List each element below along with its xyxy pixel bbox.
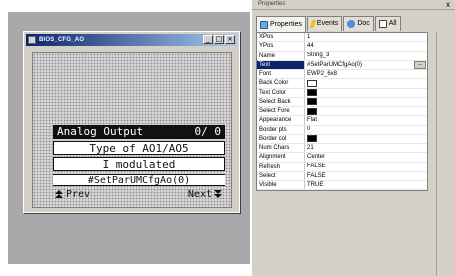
property-value[interactable] bbox=[305, 79, 427, 87]
color-swatch[interactable] bbox=[307, 107, 317, 115]
tab-events[interactable]: Events bbox=[306, 16, 343, 31]
color-swatch[interactable] bbox=[307, 79, 317, 87]
property-value[interactable]: 1 bbox=[305, 33, 427, 41]
next-label: Next bbox=[187, 188, 212, 200]
prev-label: Prev bbox=[66, 188, 91, 200]
events-icon bbox=[309, 20, 317, 28]
property-value[interactable]: FALSE bbox=[305, 163, 427, 171]
property-grid: XPos 1 YPos 44 Name String_3 Text #SetParUMC… bbox=[256, 32, 428, 192]
ellipsis-button[interactable]: ... bbox=[414, 60, 426, 69]
property-name: Text Color bbox=[257, 88, 305, 97]
property-row-visible[interactable]: Visible TRUE bbox=[257, 181, 427, 191]
panel-scrollbar[interactable] bbox=[436, 32, 444, 276]
all-icon bbox=[378, 20, 387, 28]
property-value[interactable]: Flat bbox=[305, 116, 427, 124]
property-row-alignment[interactable]: Alignment Center bbox=[257, 153, 427, 163]
next-button[interactable]: Next bbox=[188, 188, 225, 201]
property-name: Visible bbox=[257, 181, 305, 190]
property-row-appearance[interactable]: Appearance Flat bbox=[257, 116, 427, 126]
properties-icon bbox=[260, 20, 268, 29]
property-value[interactable]: 0 bbox=[305, 126, 427, 134]
property-row-select[interactable]: Select FALSE bbox=[257, 171, 427, 181]
property-row-name[interactable]: Name String_3 bbox=[257, 51, 427, 61]
property-name: Border pts bbox=[257, 125, 305, 134]
property-row-ypos[interactable]: YPos 44 bbox=[257, 42, 427, 52]
property-value[interactable]: 44 bbox=[305, 42, 427, 50]
property-name: Name bbox=[257, 51, 305, 60]
property-name: Font bbox=[257, 70, 305, 79]
tab-label: Doc bbox=[357, 20, 370, 27]
property-row-refresh[interactable]: Refresh FALSE bbox=[257, 162, 427, 172]
property-row-xpos[interactable]: XPos 1 bbox=[257, 33, 427, 43]
property-row-back-color[interactable]: Back Color bbox=[257, 79, 427, 89]
lcd-screen: Analog Output 0/ 0 Type of AO1/AO5 I mod… bbox=[32, 52, 232, 208]
property-row-border-pts[interactable]: Border pts 0 bbox=[257, 125, 427, 135]
property-name: XPos bbox=[257, 33, 305, 42]
properties-panel: Properties x Properties Events Doc All X… bbox=[252, 0, 455, 276]
property-name: Text bbox=[257, 60, 305, 69]
tab-label: All bbox=[388, 20, 397, 27]
property-row-text-color[interactable]: Text Color bbox=[257, 88, 427, 98]
property-name: Select Fore bbox=[257, 107, 305, 116]
property-row-text[interactable]: Text #SetParUMCfgAo(0)... bbox=[257, 60, 427, 70]
lcd-header-index: 0/ 0 bbox=[194, 125, 222, 138]
lcd-header-row: Analog Output 0/ 0 bbox=[53, 125, 225, 139]
property-row-select-fore[interactable]: Select Fore bbox=[257, 107, 427, 117]
property-name: Num Chars bbox=[257, 144, 305, 153]
app-icon bbox=[28, 36, 36, 44]
property-row-num-chars[interactable]: Num Chars 21 bbox=[257, 144, 427, 154]
panel-close-button[interactable]: x bbox=[446, 0, 450, 10]
property-value[interactable] bbox=[305, 98, 427, 106]
property-row-select-back[interactable]: Select Back bbox=[257, 97, 427, 107]
property-name: Alignment bbox=[257, 153, 305, 162]
double-up-arrow-icon bbox=[55, 190, 64, 199]
tab-properties[interactable]: Properties bbox=[256, 16, 306, 32]
bios-window[interactable]: BIOS_CFG_AO _ □ × Analog Output 0/ 0 Typ… bbox=[23, 31, 240, 213]
window-controls: _ □ × bbox=[203, 35, 235, 44]
panel-title: Properties bbox=[258, 1, 286, 7]
property-value[interactable]: FALSE bbox=[305, 172, 427, 180]
property-value[interactable]: Center bbox=[305, 153, 427, 161]
property-value[interactable]: EWP2_6x8 bbox=[305, 70, 427, 78]
panel-header: Properties x bbox=[252, 0, 455, 10]
maximize-button[interactable]: □ bbox=[214, 35, 224, 44]
property-name: Back Color bbox=[257, 79, 305, 88]
panel-tabs: Properties Events Doc All bbox=[256, 16, 401, 32]
tab-doc[interactable]: Doc bbox=[343, 16, 374, 31]
property-value[interactable]: TRUE bbox=[305, 181, 427, 189]
property-name: Refresh bbox=[257, 162, 305, 171]
design-canvas: BIOS_CFG_AO _ □ × Analog Output 0/ 0 Typ… bbox=[0, 0, 252, 276]
property-name: Select bbox=[257, 171, 305, 180]
lcd-function-line[interactable]: #SetParUMCfgAo(0) bbox=[53, 174, 225, 186]
prev-button[interactable]: Prev bbox=[53, 188, 90, 201]
window-title-bar[interactable]: BIOS_CFG_AO _ □ × bbox=[26, 34, 237, 46]
lcd-type-line[interactable]: Type of AO1/AO5 bbox=[53, 141, 225, 155]
property-value[interactable] bbox=[305, 107, 427, 115]
lcd-header-title: Analog Output bbox=[57, 125, 144, 138]
tab-all[interactable]: All bbox=[374, 16, 401, 31]
property-value[interactable] bbox=[305, 89, 427, 97]
color-swatch[interactable] bbox=[307, 89, 317, 97]
lcd-nav-row: Prev Next bbox=[53, 188, 225, 201]
property-name: Border col bbox=[257, 134, 305, 143]
property-name: YPos bbox=[257, 42, 305, 51]
property-value[interactable]: String_3 bbox=[305, 52, 427, 60]
minimize-button[interactable]: _ bbox=[203, 35, 213, 44]
color-swatch[interactable] bbox=[307, 98, 317, 106]
property-value[interactable]: #SetParUMCfgAo(0) bbox=[305, 61, 427, 69]
color-swatch[interactable] bbox=[307, 135, 317, 143]
double-down-arrow-icon bbox=[214, 190, 223, 199]
property-value[interactable] bbox=[305, 135, 427, 143]
property-name: Select Back bbox=[257, 97, 305, 106]
window-title: BIOS_CFG_AO bbox=[39, 37, 85, 43]
doc-icon bbox=[347, 20, 356, 28]
tab-label: Properties bbox=[270, 20, 302, 28]
property-row-border-col[interactable]: Border col bbox=[257, 134, 427, 144]
lcd-mod-line[interactable]: I modulated bbox=[53, 157, 225, 171]
property-name: Appearance bbox=[257, 116, 305, 125]
property-value[interactable]: 21 bbox=[305, 144, 427, 152]
tab-label: Events bbox=[316, 20, 339, 27]
property-row-font[interactable]: Font EWP2_6x8 bbox=[257, 70, 427, 80]
close-button[interactable]: × bbox=[225, 35, 235, 44]
